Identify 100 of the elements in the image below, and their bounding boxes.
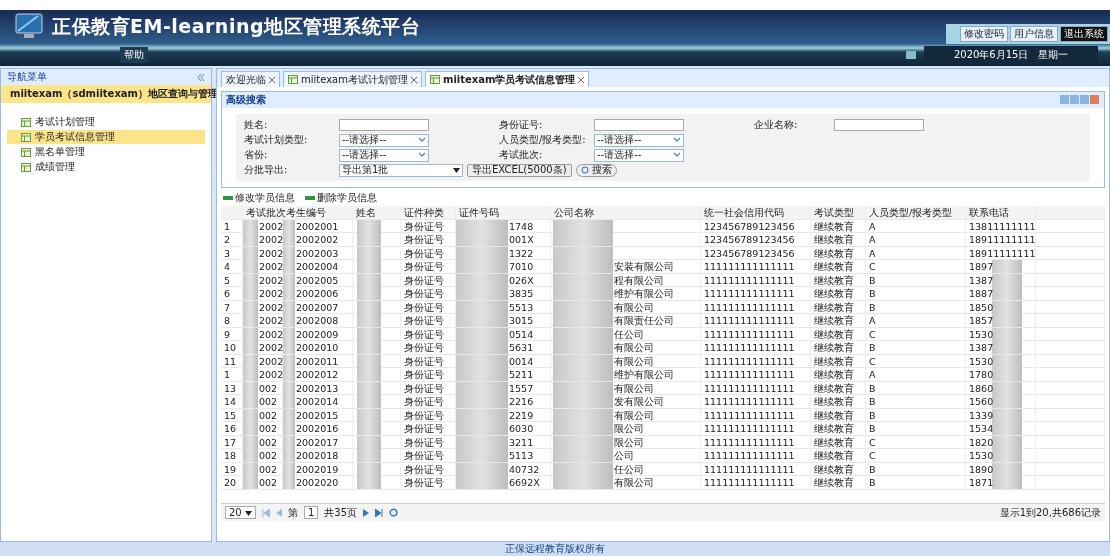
redaction-block xyxy=(243,449,258,462)
table-cell: A xyxy=(869,314,876,327)
close-icon[interactable] xyxy=(269,76,275,83)
table-cell: 1887 xyxy=(969,287,994,300)
table-cell: 限公司 xyxy=(614,435,644,449)
select-field[interactable]: 导出第1批 xyxy=(339,163,463,177)
close-icon[interactable] xyxy=(411,76,417,83)
redaction-block xyxy=(456,395,508,408)
refresh-icon[interactable] xyxy=(389,508,399,517)
table-cell: 程有限公司 xyxy=(614,273,664,287)
toolbar-button[interactable]: 删除学员信息 xyxy=(305,191,377,205)
table-cell: 2002006 xyxy=(296,287,339,300)
table-cell: 身份证号 xyxy=(404,476,444,489)
table-cell: 身份证号 xyxy=(404,327,444,341)
table-cell: 5631 xyxy=(509,341,534,354)
redaction-block xyxy=(456,233,508,246)
column-header[interactable]: 证件号码 xyxy=(459,206,499,219)
table-cell: 2002015 xyxy=(296,408,339,422)
help-button[interactable]: 帮助 xyxy=(120,47,148,63)
row-number: 10 xyxy=(224,341,237,354)
select-field[interactable]: --请选择-- xyxy=(339,133,429,147)
table-cell: 继续教育 xyxy=(814,449,854,462)
column-header[interactable]: 考试类型 xyxy=(814,206,854,219)
table-cell: C xyxy=(869,354,876,368)
previous-page-icon[interactable] xyxy=(275,508,282,517)
row-number: 16 xyxy=(224,422,237,435)
select-field[interactable]: --请选择-- xyxy=(594,148,684,162)
input-field[interactable] xyxy=(339,119,429,131)
select-field[interactable]: --请选择-- xyxy=(594,133,684,147)
sidebar-item[interactable]: 黑名单管理 xyxy=(7,145,205,159)
table-cell: 2002018 xyxy=(296,449,339,462)
redaction-block xyxy=(357,233,381,246)
table-cell: 继续教育 xyxy=(814,422,854,435)
table-cell: 继续教育 xyxy=(814,314,854,327)
table-cell: 2002007 xyxy=(296,300,339,314)
column-header[interactable]: 联系电话 xyxy=(969,206,1009,219)
export-button[interactable]: 导出EXCEL(5000条) xyxy=(467,163,572,177)
column-header[interactable]: 证件种类 xyxy=(404,206,444,219)
column-header[interactable]: 考生编号 xyxy=(286,206,326,219)
input-field[interactable] xyxy=(834,119,924,131)
table-cell: 维护有限公司 xyxy=(614,368,674,381)
column-header[interactable]: 考试批次 xyxy=(246,206,286,219)
tab[interactable]: miitexam学员考试信息管理 xyxy=(425,71,590,87)
table-cell: 7010 xyxy=(509,260,534,273)
header-link[interactable]: 用户信息 xyxy=(1010,26,1058,42)
select-field[interactable]: --请选择-- xyxy=(339,148,429,162)
row-number: 9 xyxy=(224,327,231,341)
field-label: 考试计划类型: xyxy=(244,133,309,147)
tab[interactable]: 欢迎光临 xyxy=(221,71,280,87)
window-controls-icon[interactable] xyxy=(1060,95,1100,105)
table-cell: 2002 xyxy=(259,260,284,273)
column-header[interactable]: 姓名 xyxy=(356,206,376,219)
header-link[interactable]: 退出系统 xyxy=(1060,26,1108,42)
table-cell: 002 xyxy=(259,381,278,395)
column-header[interactable]: 人员类型/报考类型 xyxy=(869,206,953,219)
table-cell: 1860 xyxy=(969,381,994,395)
table-cell: 6030 xyxy=(509,422,534,435)
field-label: 省份: xyxy=(244,148,269,162)
field-label: 分批导出: xyxy=(244,163,289,177)
table-cell: 111111111111111 xyxy=(704,449,795,462)
table-cell: 1339 xyxy=(969,408,994,422)
table-cell: 继续教育 xyxy=(814,408,854,422)
page-input[interactable]: 1 xyxy=(303,506,319,519)
table-cell: 3211 xyxy=(509,435,534,449)
close-icon[interactable] xyxy=(578,76,585,83)
column-header[interactable]: 公司名称 xyxy=(554,206,594,219)
table-cell: 111111111111111 xyxy=(704,314,795,327)
table-cell: 身份证号 xyxy=(404,354,444,368)
toolbar-button[interactable]: 修改学员信息 xyxy=(223,191,295,205)
sidebar-item[interactable]: 学员考试信息管理 xyxy=(7,130,205,144)
table-cell: 111111111111111 xyxy=(704,260,795,273)
first-page-icon[interactable] xyxy=(261,508,270,517)
sidebar-item[interactable]: 考试计划管理 xyxy=(7,115,205,129)
redaction-block xyxy=(357,422,381,435)
table-cell: 1890 xyxy=(969,462,994,476)
page-size-select[interactable]: 20 xyxy=(225,506,256,519)
table-cell: 有限公司 xyxy=(614,408,654,422)
next-page-icon[interactable] xyxy=(363,508,370,517)
table-cell: 身份证号 xyxy=(404,233,444,246)
table-cell: 1857 xyxy=(969,314,994,327)
table-cell: B xyxy=(869,300,876,314)
chevron-down-icon xyxy=(418,152,426,158)
header-link[interactable]: 修改密码 xyxy=(960,26,1008,42)
input-field[interactable] xyxy=(594,119,684,131)
column-header[interactable]: 统一社会信用代码 xyxy=(704,206,784,219)
table-cell: 123456789123456 xyxy=(704,246,795,260)
tab[interactable]: miitexam考试计划管理 xyxy=(283,71,422,87)
table-cell: 2002 xyxy=(259,233,284,246)
last-page-icon[interactable] xyxy=(375,508,384,517)
redaction-block xyxy=(243,368,258,381)
table-cell: 2002016 xyxy=(296,422,339,435)
collapse-icon[interactable] xyxy=(197,73,205,81)
table-cell: 有限公司 xyxy=(614,341,654,354)
table-cell: 身份证号 xyxy=(404,273,444,287)
search-button[interactable]: 搜索 xyxy=(575,163,617,177)
table-cell: A xyxy=(869,233,876,246)
redaction-block xyxy=(553,287,613,300)
row-number: 18 xyxy=(224,449,237,462)
sidebar-item[interactable]: 成绩管理 xyxy=(7,160,205,174)
table-cell: 继续教育 xyxy=(814,327,854,341)
